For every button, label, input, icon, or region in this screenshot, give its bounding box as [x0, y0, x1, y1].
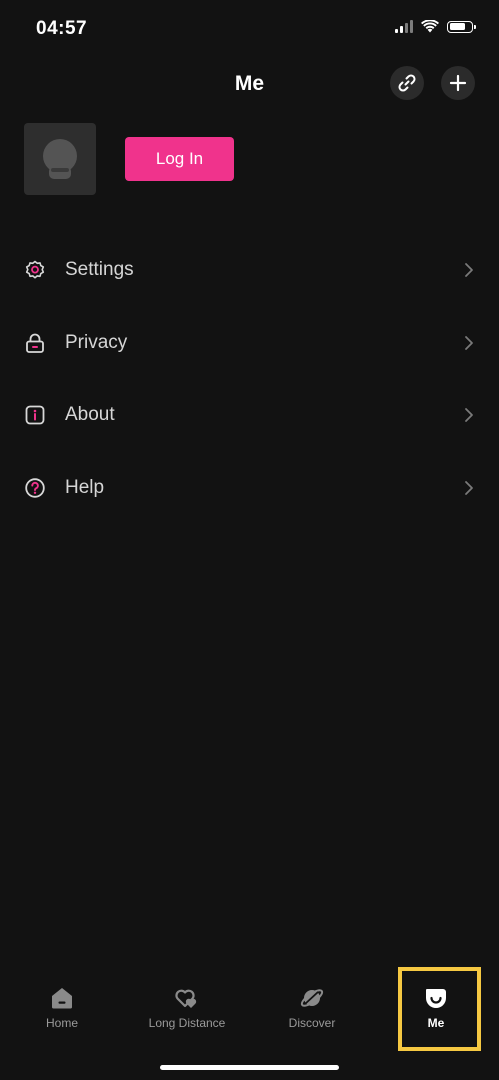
tab-bar: Home Long Distance Discover Me [0, 965, 499, 1080]
plus-icon [449, 74, 467, 92]
chevron-right-icon [465, 408, 473, 423]
tab-long-distance[interactable]: Long Distance [132, 985, 242, 1030]
status-time: 04:57 [36, 18, 88, 39]
link-button[interactable] [390, 66, 424, 100]
help-icon [25, 478, 45, 498]
menu-item-about[interactable]: About [0, 379, 499, 452]
menu-item-privacy[interactable]: Privacy [0, 307, 499, 380]
status-bar: 04:57 [0, 0, 499, 60]
add-button[interactable] [441, 66, 475, 100]
menu-label-privacy: Privacy [65, 331, 128, 353]
profile-section [24, 123, 96, 195]
status-icons [395, 20, 476, 33]
chevron-right-icon [465, 480, 473, 495]
menu-label-about: About [65, 404, 115, 426]
link-icon [398, 74, 416, 92]
home-indicator[interactable] [160, 1065, 339, 1070]
tab-label-home: Home [45, 1016, 78, 1030]
lock-icon [26, 333, 44, 353]
tab-discover[interactable]: Discover [257, 985, 367, 1030]
hearts-icon [175, 989, 197, 1008]
chevron-right-icon [465, 263, 473, 278]
login-button[interactable]: Log In [125, 137, 234, 181]
menu-item-settings[interactable]: Settings [0, 234, 499, 307]
battery-level [449, 23, 465, 30]
header: Me [0, 60, 499, 110]
tab-home[interactable]: Home [7, 985, 117, 1030]
gear-icon [25, 260, 45, 279]
battery-icon [447, 20, 476, 33]
avatar-placeholder-icon [43, 139, 77, 179]
avatar[interactable] [24, 123, 96, 195]
menu-label-help: Help [65, 476, 105, 498]
menu-item-help[interactable]: Help [0, 452, 499, 525]
wifi-icon [421, 20, 439, 33]
info-icon [25, 405, 45, 425]
selected-tab-highlight [398, 967, 481, 1051]
settings-menu: Settings Privacy About Help [0, 234, 499, 524]
menu-label-settings: Settings [65, 259, 134, 281]
planet-icon [300, 989, 324, 1007]
tab-label-long-distance: Long Distance [148, 1016, 226, 1030]
cellular-signal-icon [395, 20, 413, 33]
chevron-right-icon [465, 335, 473, 350]
page-title: Me [234, 72, 265, 95]
home-icon [52, 988, 72, 1009]
tab-label-discover: Discover [288, 1016, 336, 1030]
